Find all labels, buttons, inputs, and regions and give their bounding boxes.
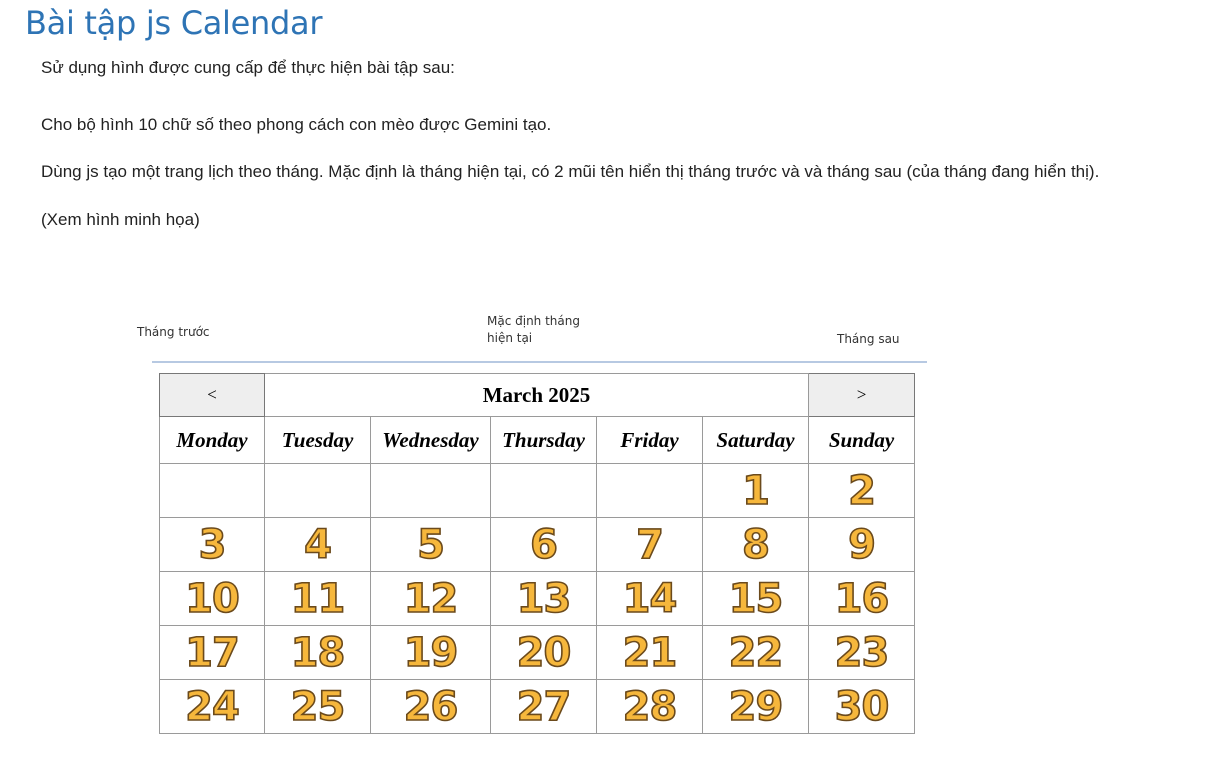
cat-digit-number: 17 <box>184 629 240 677</box>
cat-digit-number: 4 <box>303 521 332 569</box>
cat-digit-number: 25 <box>290 683 346 731</box>
day-cell: 30 <box>808 679 915 734</box>
day-cell: 16 <box>808 571 915 626</box>
cat-digit-number: 20 <box>516 629 572 677</box>
cat-digit-number: 19 <box>403 629 459 677</box>
day-cell: 18 <box>264 625 371 680</box>
weekday-sunday: Sunday <box>808 416 915 464</box>
weekday-saturday: Saturday <box>702 416 809 464</box>
cat-digit-number: 12 <box>403 575 459 623</box>
empty-day-cell <box>264 463 371 518</box>
weekday-thursday: Thursday <box>490 416 597 464</box>
month-title: March 2025 <box>264 373 809 417</box>
cat-digit-number: 27 <box>516 683 572 731</box>
prev-month-button[interactable]: < <box>159 373 265 417</box>
week-row: 24 25 26 27 28 29 30 <box>159 679 915 734</box>
day-cell: 13 <box>490 571 597 626</box>
day-cell: 8 <box>702 517 809 572</box>
day-cell: 2 <box>808 463 915 518</box>
day-cell: 15 <box>702 571 809 626</box>
day-cell: 28 <box>596 679 703 734</box>
cat-digit-number: 16 <box>834 575 890 623</box>
cat-digit-number: 30 <box>834 683 890 731</box>
cat-digit-number: 1 <box>741 467 770 515</box>
day-cell: 5 <box>370 517 491 572</box>
calendar-body: 1 2 3 4 5 6 7 8 9 10 11 12 13 14 15 16 17 18 19 20 21 22 23 24 2… <box>159 463 915 734</box>
weekday-row: Monday Tuesday Wednesday Thursday Friday Satu… <box>159 416 915 464</box>
cat-digit-number: 18 <box>290 629 346 677</box>
calendar-table: < March 2025 > Monday Tuesday Wednesday Thu… <box>159 373 915 734</box>
cat-digit-number: 7 <box>635 521 664 569</box>
day-cell: 14 <box>596 571 703 626</box>
cat-digit-number: 26 <box>403 683 459 731</box>
day-cell: 21 <box>596 625 703 680</box>
cat-digit-number: 10 <box>184 575 240 623</box>
day-cell: 23 <box>808 625 915 680</box>
annotation-next-month: Tháng sau <box>837 332 900 346</box>
instruction-line-2: Cho bộ hình 10 chữ số theo phong cách co… <box>41 115 552 134</box>
cat-digit-number: 14 <box>622 575 678 623</box>
day-cell: 27 <box>490 679 597 734</box>
day-cell: 19 <box>370 625 491 680</box>
weekday-tuesday: Tuesday <box>264 416 371 464</box>
cat-digit-number: 24 <box>184 683 240 731</box>
cat-digit-number: 21 <box>622 629 678 677</box>
weekday-monday: Monday <box>159 416 265 464</box>
instruction-line-4: (Xem hình minh họa) <box>41 210 200 229</box>
day-cell: 17 <box>159 625 265 680</box>
cat-digit-number: 2 <box>847 467 876 515</box>
cat-digit-number: 3 <box>198 521 227 569</box>
week-row: 12 <box>159 463 915 518</box>
day-cell: 10 <box>159 571 265 626</box>
day-cell: 12 <box>370 571 491 626</box>
day-cell: 3 <box>159 517 265 572</box>
separator-line <box>152 361 927 363</box>
cat-digit-number: 11 <box>290 575 346 623</box>
empty-day-cell <box>596 463 703 518</box>
weekday-wednesday: Wednesday <box>370 416 491 464</box>
day-cell: 9 <box>808 517 915 572</box>
annotation-current-month: Mặc định tháng hiện tại <box>487 313 597 347</box>
cat-digit-number: 6 <box>529 521 558 569</box>
day-cell: 11 <box>264 571 371 626</box>
cat-digit-number: 8 <box>741 521 770 569</box>
cat-digit-number: 13 <box>516 575 572 623</box>
page-title: Bài tập js Calendar <box>25 4 323 42</box>
day-cell: 7 <box>596 517 703 572</box>
empty-day-cell <box>370 463 491 518</box>
cat-digit-number: 9 <box>847 521 876 569</box>
cat-digit-number: 29 <box>728 683 784 731</box>
instruction-line-3: Dùng js tạo một trang lịch theo tháng. M… <box>41 162 1100 181</box>
week-row: 3 4 5 6 7 8 9 <box>159 517 915 572</box>
week-row: 17 18 19 20 21 22 23 <box>159 625 915 680</box>
day-cell: 22 <box>702 625 809 680</box>
annotation-current-line-1: Mặc định tháng <box>487 314 580 328</box>
day-cell: 1 <box>702 463 809 518</box>
cat-digit-number: 5 <box>416 521 445 569</box>
week-row: 10 11 12 13 14 15 16 <box>159 571 915 626</box>
day-cell: 25 <box>264 679 371 734</box>
day-cell: 20 <box>490 625 597 680</box>
empty-day-cell <box>490 463 597 518</box>
annotation-current-line-2: hiện tại <box>487 331 533 345</box>
cat-digit-number: 23 <box>834 629 890 677</box>
day-cell: 4 <box>264 517 371 572</box>
day-cell: 29 <box>702 679 809 734</box>
instruction-line-1: Sử dụng hình được cung cấp để thực hiện … <box>41 58 455 77</box>
next-month-button[interactable]: > <box>808 373 915 417</box>
annotation-previous-month: Tháng trước <box>137 325 210 339</box>
cat-digit-number: 28 <box>622 683 678 731</box>
day-cell: 26 <box>370 679 491 734</box>
cat-digit-number: 15 <box>728 575 784 623</box>
weekday-friday: Friday <box>596 416 703 464</box>
calendar-header-row: < March 2025 > <box>159 373 915 417</box>
empty-day-cell <box>159 463 265 518</box>
day-cell: 6 <box>490 517 597 572</box>
cat-digit-number: 22 <box>728 629 784 677</box>
day-cell: 24 <box>159 679 265 734</box>
